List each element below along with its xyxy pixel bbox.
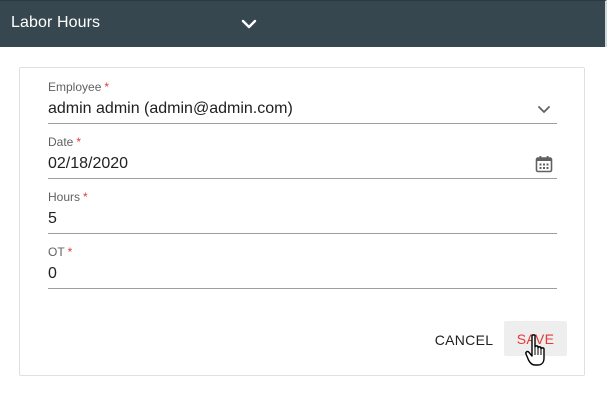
hours-value: 5: [48, 210, 57, 227]
date-value: 02/18/2020: [48, 155, 129, 172]
panel-title: Labor Hours: [11, 14, 101, 31]
ot-field[interactable]: OT * 0: [48, 245, 557, 289]
chevron-down-icon[interactable]: [241, 18, 257, 30]
hours-field[interactable]: Hours * 5: [48, 190, 557, 234]
date-label: Date *: [48, 135, 82, 149]
ot-value: 0: [48, 265, 57, 282]
cancel-button[interactable]: CANCEL: [425, 322, 503, 357]
employee-label: Employee *: [48, 80, 110, 94]
labor-hours-form: Employee * admin admin (admin@admin.com) …: [19, 67, 585, 376]
ot-label: OT *: [48, 245, 73, 259]
employee-select[interactable]: Employee * admin admin (admin@admin.com): [48, 80, 557, 124]
calendar-icon[interactable]: [535, 155, 553, 173]
date-field[interactable]: Date * 02/18/2020: [48, 135, 557, 179]
panel-header: Labor Hours: [0, 0, 607, 47]
hours-label: Hours *: [48, 190, 88, 204]
chevron-down-icon[interactable]: [535, 100, 553, 118]
employee-value: admin admin (admin@admin.com): [48, 100, 293, 117]
save-button[interactable]: SAVE: [504, 321, 567, 356]
